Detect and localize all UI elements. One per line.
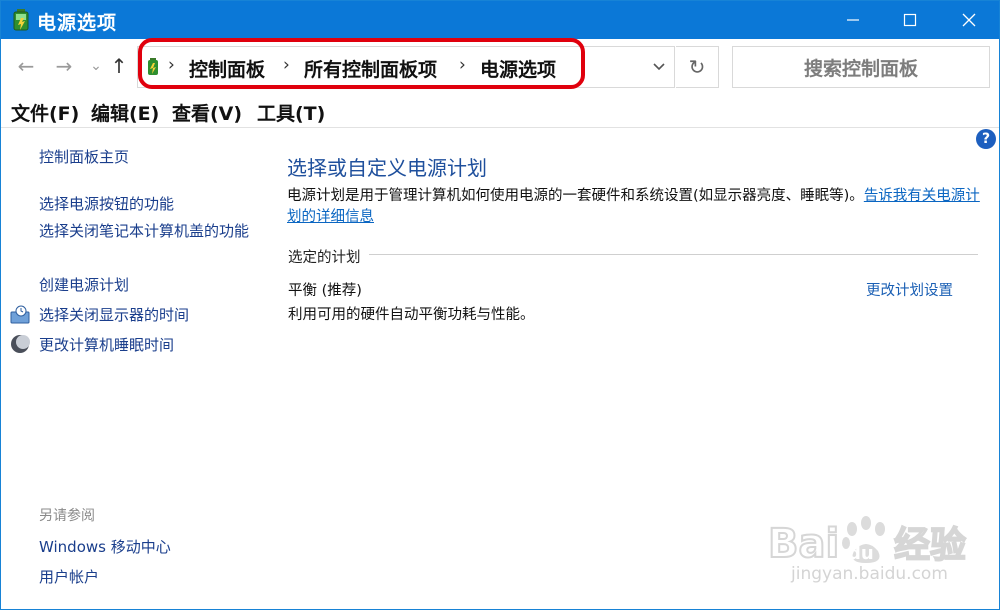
page-description: 电源计划是用于管理计算机如何使用电源的一套硬件和系统设置(如显示器亮度、睡眠等)… (287, 186, 987, 228)
sidebar-item-user-accounts[interactable]: 用户帐户 (39, 566, 99, 587)
close-button[interactable] (941, 1, 997, 39)
address-bar[interactable]: › 控制面板 › 所有控制面板项 › 电源选项 (137, 46, 675, 88)
svg-text:du: du (848, 543, 874, 564)
menu-view[interactable]: 查看(V) (172, 99, 242, 126)
menu-edit[interactable]: 编辑(E) (91, 99, 159, 126)
back-button[interactable]: ← (13, 53, 39, 79)
menu-bar: 文件(F) 编辑(E) 查看(V) 工具(T) (1, 95, 999, 128)
chevron-down-icon (653, 63, 665, 71)
up-button[interactable]: ↑ (106, 53, 132, 79)
svg-text:Bai: Bai (768, 521, 839, 567)
power-options-icon (148, 58, 158, 75)
minimize-icon (847, 19, 859, 21)
battery-icon (13, 9, 29, 31)
sidebar-item-lid-close[interactable]: 选择关闭笔记本计算机盖的功能 (39, 221, 249, 242)
section-divider (288, 254, 978, 255)
sidebar-item-create-plan[interactable]: 创建电源计划 (39, 274, 129, 295)
plan-name: 平衡 (推荐) (288, 283, 362, 299)
up-arrow-icon: ↑ (110, 54, 128, 78)
see-also-heading: 另请参阅 (39, 508, 95, 524)
display-icon (10, 305, 30, 324)
sidebar-item-home[interactable]: 控制面板主页 (39, 146, 129, 167)
page-title: 选择或自定义电源计划 (287, 156, 487, 180)
sleep-moon-icon (11, 335, 30, 353)
close-icon (962, 13, 976, 27)
maximize-icon (903, 13, 917, 27)
power-options-window: 电源选项 ← → ⌄ ↑ › 控制面板 › 所有控制面板项 › 电源选项 ↻ 搜… (0, 0, 1000, 610)
sidebar-item-sleep[interactable]: 更改计算机睡眠时间 (39, 334, 174, 355)
minimize-button[interactable] (825, 1, 881, 39)
breadcrumb-separator[interactable]: › (283, 55, 290, 75)
breadcrumb-all-items[interactable]: 所有控制面板项 (304, 55, 437, 82)
address-dropdown-button[interactable] (648, 56, 670, 78)
navigation-bar: ← → ⌄ ↑ › 控制面板 › 所有控制面板项 › 电源选项 ↻ 搜索控制面板 (1, 39, 999, 95)
help-icon[interactable]: ? (976, 129, 996, 149)
refresh-button[interactable]: ↻ (676, 46, 719, 88)
maximize-button[interactable] (882, 1, 938, 39)
search-input[interactable]: 搜索控制面板 (732, 46, 990, 88)
refresh-icon: ↻ (688, 55, 706, 79)
sidebar-item-mobility-center[interactable]: Windows 移动中心 (39, 536, 171, 557)
breadcrumb-power-options[interactable]: 电源选项 (480, 55, 556, 82)
selected-plan-heading: 选定的计划 (288, 246, 369, 267)
breadcrumb-control-panel[interactable]: 控制面板 (189, 55, 265, 82)
sidebar-item-power-buttons[interactable]: 选择电源按钮的功能 (39, 193, 174, 214)
title-bar[interactable]: 电源选项 (1, 1, 999, 39)
breadcrumb-separator[interactable]: › (168, 55, 175, 75)
svg-text:经验: 经验 (894, 525, 966, 566)
search-placeholder: 搜索控制面板 (803, 57, 918, 80)
watermark-url: jingyan.baidu.com (791, 564, 948, 584)
sidebar-item-display-off[interactable]: 选择关闭显示器的时间 (39, 304, 189, 325)
breadcrumb-separator[interactable]: › (459, 55, 466, 75)
change-plan-settings-link[interactable]: 更改计划设置 (866, 279, 953, 300)
back-arrow-icon: ← (17, 54, 35, 78)
window-title: 电源选项 (37, 12, 118, 34)
forward-button[interactable]: → (51, 53, 77, 79)
chevron-down-icon: ⌄ (90, 58, 102, 74)
plan-description: 利用可用的硬件自动平衡功耗与性能。 (288, 307, 535, 323)
forward-arrow-icon: → (55, 54, 73, 78)
menu-file[interactable]: 文件(F) (11, 99, 79, 126)
description-text: 电源计划是用于管理计算机如何使用电源的一套硬件和系统设置(如显示器亮度、睡眠等)… (287, 188, 864, 204)
menu-tools[interactable]: 工具(T) (257, 99, 325, 126)
